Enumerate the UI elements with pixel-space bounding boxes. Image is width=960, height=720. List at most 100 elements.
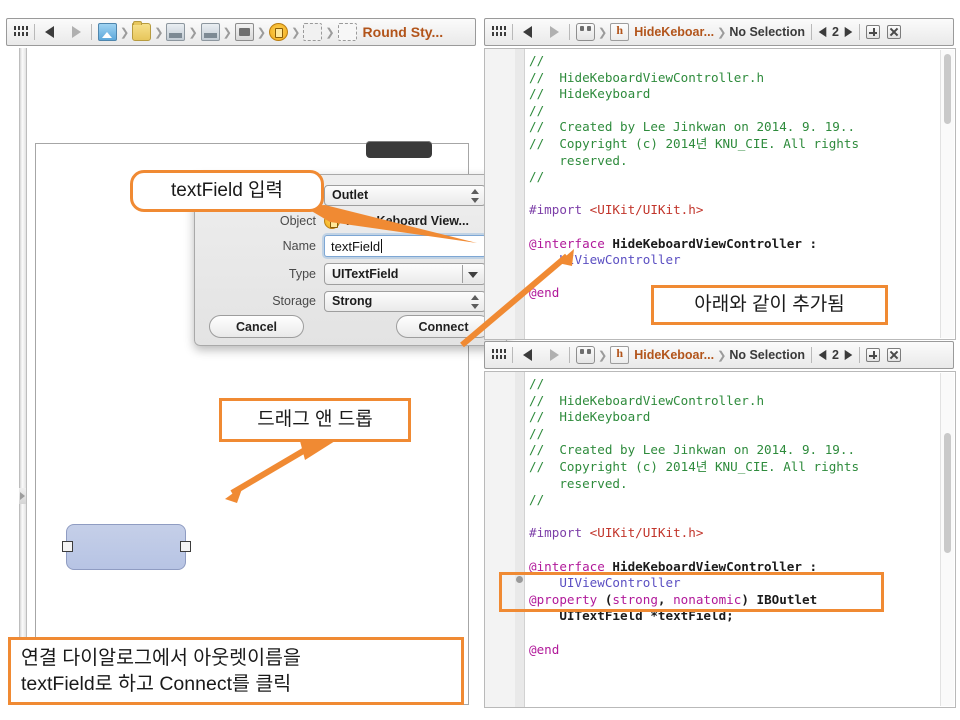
breakpoint-gutter[interactable] bbox=[515, 372, 525, 707]
code-editor-bottom[interactable]: // // HideKeboardViewController.h // Hid… bbox=[484, 371, 956, 708]
breadcrumb-file-name[interactable]: HideKeboar... bbox=[634, 25, 714, 39]
callout-added-below: 아래와 같이 추가됨 bbox=[651, 285, 888, 325]
forward-arrow-icon[interactable] bbox=[550, 349, 559, 361]
connect-button[interactable]: Connect bbox=[396, 315, 491, 338]
caption-instruction: 연결 다이알로그에서 아웃렛이름을 textField로 하고 Connect를… bbox=[8, 637, 464, 705]
vertical-scrollbar[interactable] bbox=[940, 373, 954, 706]
divider bbox=[859, 24, 860, 40]
object-label: Object bbox=[195, 214, 324, 228]
storage-row: Storage Strong bbox=[195, 289, 506, 313]
forward-arrow-icon[interactable] bbox=[72, 26, 81, 38]
add-editor-button[interactable] bbox=[866, 25, 880, 39]
selection-handle[interactable] bbox=[180, 541, 191, 552]
back-arrow-icon[interactable] bbox=[45, 26, 54, 38]
chevron-right-icon: ❯ bbox=[257, 26, 266, 39]
nib-icon[interactable] bbox=[576, 346, 595, 364]
file-icon[interactable] bbox=[166, 23, 185, 41]
close-editor-button[interactable] bbox=[887, 348, 901, 362]
view-controller-icon[interactable] bbox=[269, 23, 288, 41]
scrollbar-thumb[interactable] bbox=[944, 54, 951, 124]
chevron-right-icon: ❯ bbox=[325, 26, 334, 39]
view-controller-icon bbox=[324, 213, 340, 229]
object-value: Hide Keboard View... bbox=[346, 214, 469, 228]
back-arrow-icon[interactable] bbox=[523, 26, 532, 38]
chevron-right-icon: ❯ bbox=[223, 26, 232, 39]
next-issue-icon[interactable] bbox=[845, 350, 853, 360]
storyboard-jump-bar[interactable]: ❯ ❯ ❯ ❯ ❯ ❯ ❯ Round Sty... bbox=[6, 18, 476, 46]
chevron-right-icon: ❯ bbox=[598, 349, 607, 362]
next-issue-icon[interactable] bbox=[845, 27, 853, 37]
back-arrow-icon[interactable] bbox=[523, 349, 532, 361]
vertical-scrollbar[interactable] bbox=[940, 50, 954, 338]
file-icon[interactable] bbox=[201, 23, 220, 41]
divider bbox=[512, 347, 513, 363]
divider bbox=[811, 347, 812, 363]
caption-line-2: textField로 하고 Connect를 클릭 bbox=[21, 673, 291, 695]
chevron-right-icon: ❯ bbox=[291, 26, 300, 39]
breakpoint-gutter[interactable] bbox=[515, 49, 525, 339]
caption-instruction-text: 연결 다이알로그에서 아웃렛이름을 textField로 하고 Connect를… bbox=[21, 645, 301, 698]
stepper-icon[interactable] bbox=[471, 189, 480, 203]
project-icon[interactable] bbox=[98, 23, 117, 41]
divider bbox=[859, 347, 860, 363]
line-number-gutter bbox=[485, 49, 516, 339]
forward-arrow-icon[interactable] bbox=[550, 26, 559, 38]
grid-icon[interactable] bbox=[14, 26, 28, 38]
divider bbox=[811, 24, 812, 40]
editor-top-jump-bar[interactable]: ❯ HideKeboar... ❯ No Selection 2 bbox=[484, 18, 954, 46]
dashed-view-icon[interactable] bbox=[338, 23, 357, 41]
callout-textfield-input: textField 입력 bbox=[130, 170, 324, 212]
chevron-right-icon: ❯ bbox=[717, 26, 726, 39]
text-caret bbox=[381, 239, 382, 253]
name-row: Name textField bbox=[195, 234, 506, 258]
text-field-object[interactable] bbox=[66, 524, 186, 570]
grid-icon[interactable] bbox=[492, 349, 506, 361]
previous-issue-icon[interactable] bbox=[819, 27, 827, 37]
type-combo-box[interactable]: UITextField bbox=[324, 263, 486, 285]
cancel-button[interactable]: Cancel bbox=[209, 315, 304, 338]
add-editor-button[interactable] bbox=[866, 348, 880, 362]
divider bbox=[91, 24, 92, 40]
chevron-right-icon: ❯ bbox=[598, 26, 607, 39]
callout-added-below-label: 아래와 같이 추가됨 bbox=[694, 293, 844, 317]
breadcrumb-selection[interactable]: No Selection bbox=[729, 25, 805, 39]
connection-popup[interactable]: Outlet bbox=[324, 185, 486, 206]
divider bbox=[512, 24, 513, 40]
divider bbox=[569, 24, 570, 40]
dashed-view-icon[interactable] bbox=[303, 23, 322, 41]
status-bar-element bbox=[366, 141, 432, 158]
stepper-icon[interactable] bbox=[471, 295, 480, 309]
storage-popup[interactable]: Strong bbox=[324, 291, 486, 312]
previous-issue-icon[interactable] bbox=[819, 350, 827, 360]
source-code-bottom[interactable]: // // HideKeboardViewController.h // Hid… bbox=[529, 376, 859, 658]
nib-icon[interactable] bbox=[576, 23, 595, 41]
breadcrumb-file-name[interactable]: HideKeboar... bbox=[634, 348, 714, 362]
editor-bottom-jump-bar[interactable]: ❯ HideKeboar... ❯ No Selection 2 bbox=[484, 341, 954, 369]
caption-line-1: 연결 다이알로그에서 아웃렛이름을 bbox=[21, 647, 301, 669]
connect-button-label: Connect bbox=[419, 320, 469, 334]
chevron-down-icon[interactable] bbox=[462, 265, 484, 283]
type-row: Type UITextField bbox=[195, 262, 506, 286]
scene-icon[interactable] bbox=[235, 23, 254, 41]
chevron-right-icon: ❯ bbox=[188, 26, 197, 39]
chevron-right-icon: ❯ bbox=[120, 26, 129, 39]
close-editor-button[interactable] bbox=[887, 25, 901, 39]
h-file-icon[interactable] bbox=[610, 346, 629, 364]
issue-counter: 2 bbox=[832, 25, 839, 39]
folder-icon[interactable] bbox=[132, 23, 151, 41]
canvas-splitter[interactable] bbox=[19, 48, 27, 696]
callout-drag-and-drop: 드래그 앤 드롭 bbox=[219, 398, 411, 442]
breadcrumb-selection[interactable]: No Selection bbox=[729, 348, 805, 362]
chevron-right-icon: ❯ bbox=[717, 349, 726, 362]
storyboard-canvas[interactable] bbox=[0, 48, 480, 708]
selection-handle[interactable] bbox=[62, 541, 73, 552]
scrollbar-thumb[interactable] bbox=[944, 433, 951, 553]
grid-icon[interactable] bbox=[492, 26, 506, 38]
breadcrumb-current-item[interactable]: Round Sty... bbox=[363, 24, 444, 40]
name-input[interactable]: textField bbox=[324, 235, 486, 257]
type-label: Type bbox=[195, 267, 324, 281]
h-file-icon[interactable] bbox=[610, 23, 629, 41]
splitter-handle[interactable] bbox=[19, 488, 26, 504]
source-code-top[interactable]: // // HideKeboardViewController.h // Hid… bbox=[529, 53, 859, 302]
object-value-group[interactable]: Hide Keboard View... bbox=[324, 213, 469, 229]
